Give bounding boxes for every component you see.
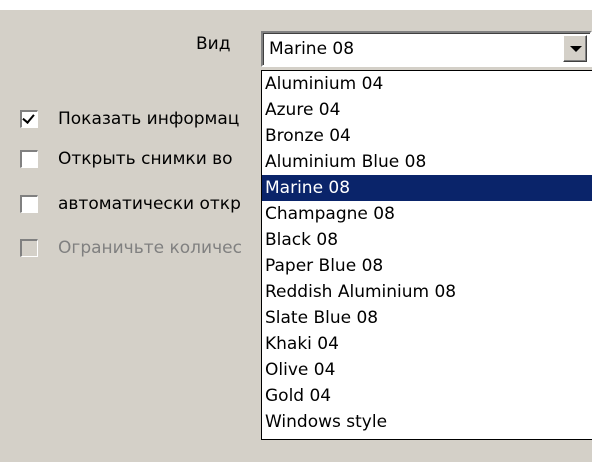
open-images-label: Открыть снимки во [58,149,233,169]
dropdown-option[interactable]: Paper Blue 08 [262,253,592,279]
view-combobox-value: Marine 08 [269,39,355,59]
show-info-label: Показать информац [58,109,240,129]
open-images-checkbox[interactable] [20,150,38,168]
auto-open-label: автоматически откр [58,194,241,214]
dropdown-option[interactable]: Aluminium Blue 08 [262,149,592,175]
limit-count-checkbox [20,239,38,257]
view-label: Вид [196,34,231,54]
view-dropdown-list[interactable]: Aluminium 04 Azure 04 Bronze 04 Aluminiu… [261,70,592,440]
limit-count-label: Ограничьте количес [58,238,242,258]
show-info-checkbox[interactable] [20,110,38,128]
view-dropdown-button[interactable] [563,35,587,62]
dropdown-option[interactable]: Olive 04 [262,357,592,383]
dropdown-option[interactable]: Reddish Aluminium 08 [262,279,592,305]
dropdown-option[interactable]: Windows style [262,409,592,435]
dropdown-option[interactable]: Gold 04 [262,383,592,409]
dropdown-option[interactable]: Black 08 [262,227,592,253]
dropdown-option[interactable]: Azure 04 [262,97,592,123]
view-combobox[interactable]: Marine 08 [261,31,592,67]
checkmark-icon [22,111,35,124]
chevron-down-icon [570,46,582,52]
dropdown-option[interactable]: Champagne 08 [262,201,592,227]
dropdown-option[interactable]: Slate Blue 08 [262,305,592,331]
auto-open-checkbox[interactable] [20,195,38,213]
window-top-edge [0,0,592,10]
dropdown-option[interactable]: Bronze 04 [262,123,592,149]
dropdown-option[interactable]: Khaki 04 [262,331,592,357]
dropdown-option[interactable]: Aluminium 04 [262,71,592,97]
dropdown-option-selected[interactable]: Marine 08 [262,175,592,201]
